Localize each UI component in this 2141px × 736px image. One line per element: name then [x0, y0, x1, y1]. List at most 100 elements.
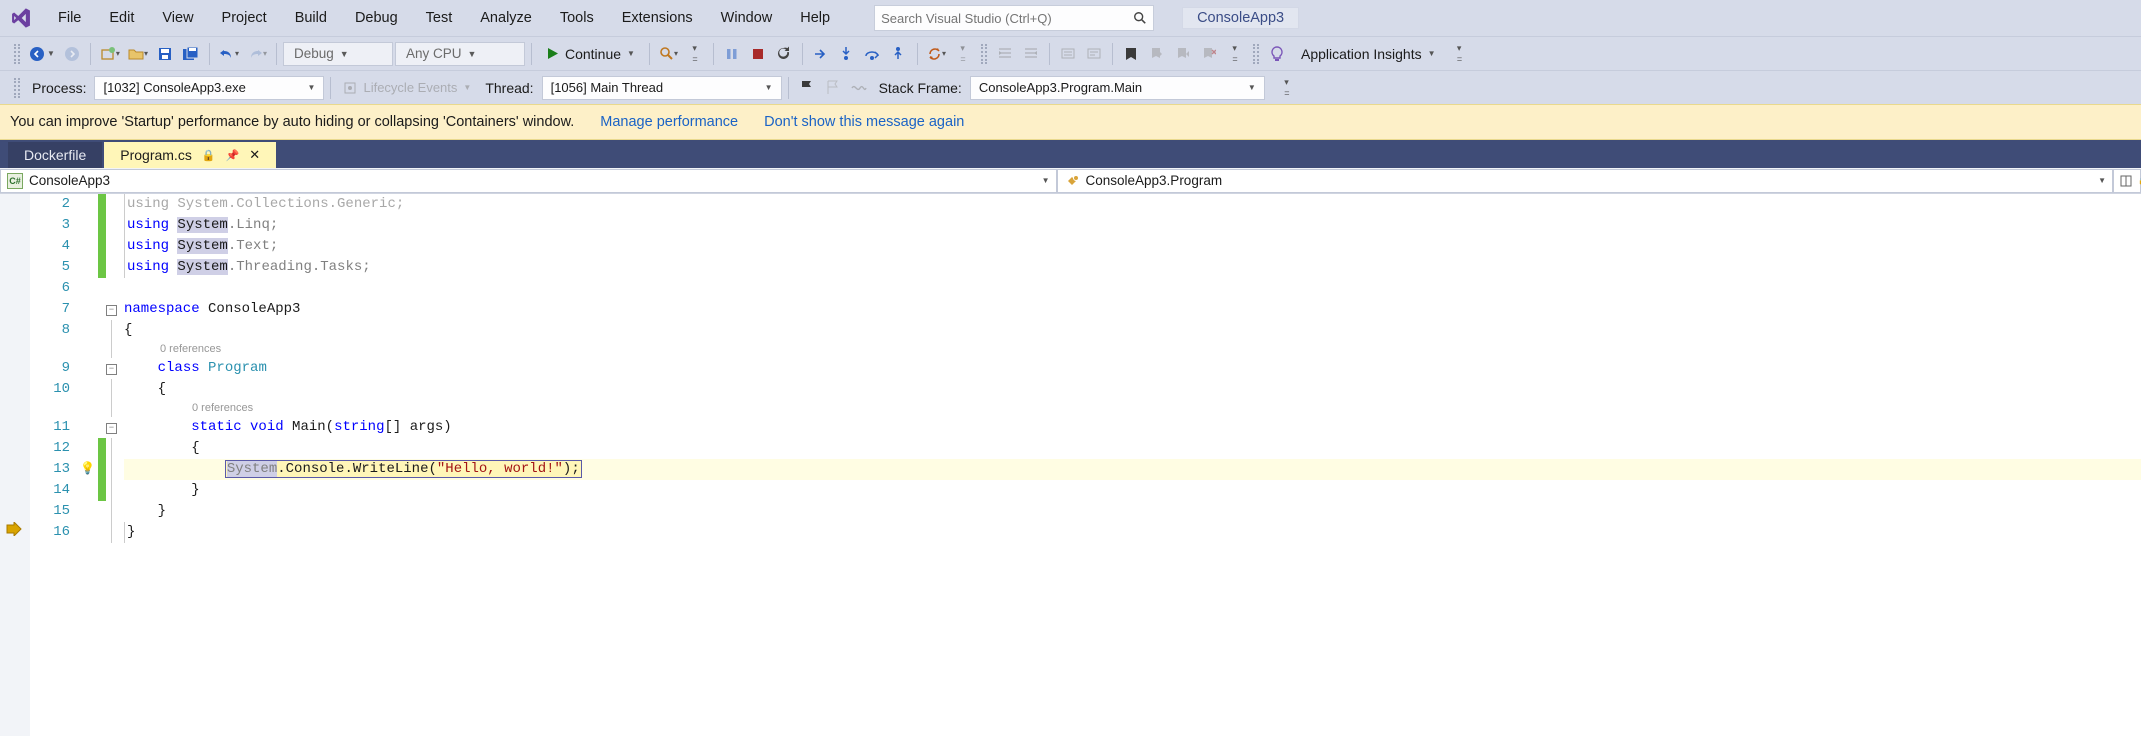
lock-icon: 🔒 — [202, 149, 216, 162]
change-margin — [98, 194, 106, 736]
search-icon — [1133, 11, 1147, 25]
pause-button[interactable] — [720, 42, 744, 66]
navigation-bar: C# ConsoleApp3▼ ConsoleApp3.Program▼ 🔒 — [0, 168, 2141, 194]
thread-combo[interactable]: [1056] Main Thread▼ — [542, 76, 782, 100]
new-project-button[interactable]: ▾ — [97, 42, 123, 66]
clear-bookmarks-button[interactable] — [1197, 42, 1221, 66]
continue-button[interactable]: Continue ▼ — [538, 42, 643, 66]
document-tab-well: Dockerfile Program.cs 🔒 📌 ✕ — [0, 140, 2141, 168]
quick-launch-search[interactable] — [874, 5, 1154, 31]
solution-platform-combo[interactable]: Any CPU▼ — [395, 42, 525, 66]
threads-button[interactable] — [847, 76, 871, 100]
glyph-margin[interactable] — [0, 194, 30, 736]
restart-button[interactable] — [772, 42, 796, 66]
vs-logo-icon — [6, 3, 36, 33]
menu-extensions[interactable]: Extensions — [608, 6, 707, 30]
close-tab-icon[interactable]: ✕ — [249, 147, 260, 163]
line-number-gutter: 2 3 4 5 6 7 8 9 10 11 12 13 14 15 16 — [30, 194, 80, 736]
infobar-message: You can improve 'Startup' performance by… — [10, 114, 574, 130]
open-file-button[interactable]: ▾ — [125, 42, 151, 66]
toolbar-overflow-2[interactable]: ▾= — [951, 42, 975, 66]
indent-button[interactable] — [993, 42, 1017, 66]
lightbulb-icon[interactable]: 💡 — [80, 462, 95, 476]
app-insights-dropdown[interactable]: Application Insights▼ — [1301, 46, 1436, 62]
outlining-margin[interactable]: − − − — [106, 194, 124, 736]
manage-performance-link[interactable]: Manage performance — [600, 114, 738, 130]
toolbar-grip-2[interactable] — [981, 44, 987, 64]
fold-toggle-icon[interactable]: − — [106, 305, 117, 316]
toolbar-overflow-5[interactable]: ▾= — [1275, 76, 1299, 100]
fold-toggle-icon[interactable]: − — [106, 423, 117, 434]
nav-back-button[interactable]: ▼ — [26, 42, 58, 66]
codelens-references[interactable]: 0 references — [124, 341, 2141, 358]
menu-view[interactable]: View — [148, 6, 207, 30]
thread-label: Thread: — [485, 80, 533, 96]
stack-frame-label: Stack Frame: — [879, 80, 962, 96]
menu-tools[interactable]: Tools — [546, 6, 608, 30]
nav-forward-button[interactable] — [60, 42, 84, 66]
outdent-button[interactable] — [1019, 42, 1043, 66]
debug-location-toolbar: Process: [1032] ConsoleApp3.exe▼ Lifecyc… — [0, 70, 2141, 104]
menu-debug[interactable]: Debug — [341, 6, 412, 30]
tab-dockerfile[interactable]: Dockerfile — [8, 142, 102, 168]
toolbar-overflow-3[interactable]: ▾= — [1223, 42, 1247, 66]
flag-thread-button[interactable] — [795, 76, 819, 100]
menu-window[interactable]: Window — [707, 6, 787, 30]
next-bookmark-button[interactable] — [1171, 42, 1195, 66]
step-out-button[interactable] — [887, 42, 911, 66]
save-button[interactable] — [153, 42, 177, 66]
show-flagged-button[interactable] — [821, 76, 845, 100]
csharp-icon: C# — [7, 173, 23, 189]
redo-button[interactable]: ▾ — [244, 42, 270, 66]
menu-analyze[interactable]: Analyze — [466, 6, 546, 30]
toolbar-grip[interactable] — [14, 44, 20, 64]
stack-frame-combo[interactable]: ConsoleApp3.Program.Main▼ — [970, 76, 1265, 100]
step-over-button[interactable] — [861, 42, 885, 66]
code-editor[interactable]: 2 3 4 5 6 7 8 9 10 11 12 13 14 15 16 💡 − — [0, 194, 2141, 736]
prev-bookmark-button[interactable] — [1145, 42, 1169, 66]
menu-bar: File Edit View Project Build Debug Test … — [0, 0, 2141, 36]
project-scope-combo[interactable]: C# ConsoleApp3▼ — [0, 169, 1057, 193]
pin-icon[interactable]: 📌 — [226, 149, 240, 162]
app-insights-icon — [1265, 42, 1289, 66]
toolbar-overflow[interactable]: ▾= — [683, 42, 707, 66]
bookmark-button[interactable] — [1119, 42, 1143, 66]
menu-edit[interactable]: Edit — [95, 6, 148, 30]
menu-help[interactable]: Help — [786, 6, 844, 30]
solution-name-label[interactable]: ConsoleApp3 — [1182, 7, 1299, 29]
toolbar-overflow-4[interactable]: ▾= — [1448, 42, 1472, 66]
stop-button[interactable] — [746, 42, 770, 66]
comment-button[interactable] — [1056, 42, 1080, 66]
search-input[interactable] — [881, 11, 1133, 26]
dismiss-infobar-link[interactable]: Don't show this message again — [764, 114, 964, 130]
current-statement-icon — [6, 480, 22, 496]
save-all-button[interactable] — [179, 42, 203, 66]
show-next-statement-button[interactable] — [809, 42, 833, 66]
menu-file[interactable]: File — [44, 6, 95, 30]
menu-build[interactable]: Build — [281, 6, 341, 30]
process-label: Process: — [32, 80, 86, 96]
uncomment-button[interactable] — [1082, 42, 1106, 66]
find-button[interactable]: ▾ — [656, 42, 681, 66]
process-combo[interactable]: [1032] ConsoleApp3.exe▼ — [94, 76, 324, 100]
member-scope-combo[interactable]: 🔒 — [2113, 169, 2141, 193]
lifecycle-events-dropdown[interactable]: Lifecycle Events ▼ — [337, 76, 477, 100]
code-text-area[interactable]: using System.Collections.Generic; using … — [124, 194, 2141, 736]
undo-button[interactable]: ▾ — [216, 42, 242, 66]
class-icon — [1064, 173, 1080, 189]
lightbulb-margin: 💡 — [80, 194, 98, 736]
menu-project[interactable]: Project — [208, 6, 281, 30]
toolbar-grip-3[interactable] — [1253, 44, 1259, 64]
solution-config-combo[interactable]: Debug▼ — [283, 42, 393, 66]
fold-toggle-icon[interactable]: − — [106, 364, 117, 375]
split-icon — [2120, 173, 2132, 189]
tab-program-cs[interactable]: Program.cs 🔒 📌 ✕ — [104, 142, 276, 168]
step-into-button[interactable] — [835, 42, 859, 66]
hot-reload-button[interactable]: ▾ — [924, 42, 949, 66]
standard-toolbar: ▼ ▾ ▾ ▾ ▾ Debug▼ Any CPU▼ Continue ▼ ▾ ▾… — [0, 36, 2141, 70]
performance-infobar: You can improve 'Startup' performance by… — [0, 104, 2141, 140]
type-scope-combo[interactable]: ConsoleApp3.Program▼ — [1057, 169, 2114, 193]
codelens-references[interactable]: 0 references — [124, 400, 2141, 417]
toolbar-grip-4[interactable] — [14, 78, 20, 98]
menu-test[interactable]: Test — [412, 6, 467, 30]
